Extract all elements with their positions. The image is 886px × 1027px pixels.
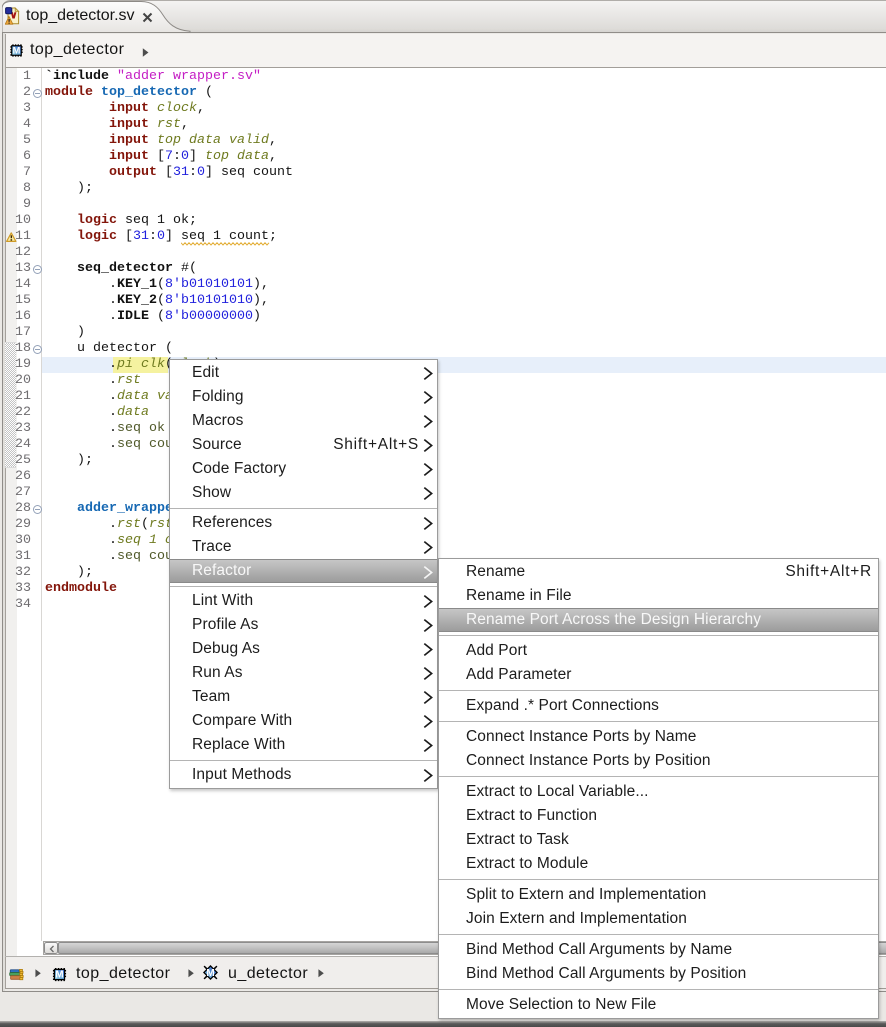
svg-text:M: M — [206, 968, 214, 979]
svg-text:M: M — [55, 970, 63, 981]
svg-text:M: M — [12, 45, 20, 55]
